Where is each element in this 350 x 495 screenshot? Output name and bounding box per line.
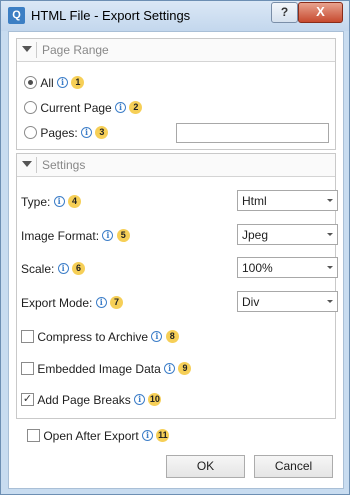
export-mode-label: Export Mode:	[21, 295, 93, 310]
info-icon[interactable]: i	[164, 363, 176, 375]
image-format-field-label: Image Format: i 5	[21, 226, 130, 244]
callout-badge: 2	[129, 101, 143, 115]
range-pages-label[interactable]: Pages:	[40, 126, 77, 140]
compress-archive-label[interactable]: Compress to Archive	[37, 330, 148, 344]
page-range-group: Page Range All i 1 Current Page i 2 Page…	[16, 38, 336, 150]
radio-current-page[interactable]	[24, 101, 37, 115]
radio-all[interactable]	[24, 76, 37, 90]
window-title: HTML File - Export Settings	[31, 8, 191, 23]
image-format-label: Image Format:	[21, 228, 100, 243]
export-mode-select[interactable]: Div	[237, 291, 338, 312]
info-icon[interactable]: i	[142, 430, 154, 442]
compress-archive-checkbox[interactable]	[21, 330, 34, 344]
scale-label: Scale:	[21, 261, 55, 276]
info-icon[interactable]: i	[57, 77, 69, 89]
open-after-export-label[interactable]: Open After Export	[43, 429, 138, 443]
title-bar: Q HTML File - Export Settings ? X	[1, 1, 349, 31]
header-divider	[36, 157, 37, 173]
help-button[interactable]: ?	[271, 2, 298, 23]
embedded-image-checkbox[interactable]	[21, 362, 34, 376]
page-range-header[interactable]: Page Range	[17, 39, 335, 62]
range-all-option[interactable]: All i 1	[24, 73, 85, 91]
callout-badge: 5	[116, 229, 130, 243]
page-breaks-checkbox[interactable]: ✓	[21, 393, 34, 407]
ok-button[interactable]: OK	[166, 455, 245, 478]
page-breaks-label[interactable]: Add Page Breaks	[37, 393, 130, 407]
type-select[interactable]: Html	[237, 190, 338, 211]
range-current-label[interactable]: Current Page	[40, 101, 111, 115]
callout-badge: 10	[148, 393, 162, 407]
type-value: Html	[242, 194, 267, 208]
type-label: Type:	[21, 194, 51, 209]
open-after-export-option[interactable]: Open After Export i 11	[27, 426, 170, 444]
open-after-export-checkbox[interactable]	[27, 429, 40, 443]
image-format-value: Jpeg	[242, 228, 269, 242]
info-icon[interactable]: i	[151, 331, 163, 343]
image-format-select[interactable]: Jpeg	[237, 224, 338, 245]
callout-badge: 9	[178, 362, 192, 376]
close-button[interactable]: X	[298, 2, 343, 23]
callout-badge: 4	[68, 195, 82, 209]
collapse-triangle-icon[interactable]	[22, 46, 32, 52]
export-mode-field-label: Export Mode: i 7	[21, 293, 124, 311]
collapse-triangle-icon[interactable]	[22, 161, 32, 167]
chevron-down-icon[interactable]	[327, 266, 333, 269]
info-icon[interactable]: i	[134, 394, 146, 406]
export-mode-value: Div	[242, 295, 260, 309]
info-icon[interactable]: i	[102, 230, 114, 242]
range-current-option[interactable]: Current Page i 2	[24, 98, 143, 116]
scale-value: 100%	[242, 261, 273, 275]
callout-badge: 6	[72, 262, 86, 276]
chevron-down-icon[interactable]	[327, 199, 333, 202]
callout-badge: 11	[156, 429, 170, 443]
info-icon[interactable]: i	[57, 263, 69, 275]
scale-select[interactable]: 100%	[237, 257, 338, 278]
settings-title: Settings	[42, 158, 86, 172]
info-icon[interactable]: i	[81, 127, 93, 139]
callout-badge: 7	[110, 296, 124, 310]
settings-header[interactable]: Settings	[17, 154, 335, 177]
radio-pages[interactable]	[24, 126, 37, 140]
pages-input[interactable]	[176, 123, 329, 143]
range-all-label[interactable]: All	[40, 76, 53, 90]
compress-archive-option[interactable]: Compress to Archive i 8	[21, 327, 179, 345]
embedded-image-option[interactable]: Embedded Image Data i 9	[21, 359, 192, 377]
callout-badge: 3	[95, 126, 109, 140]
callout-badge: 8	[165, 330, 179, 344]
callout-badge: 1	[71, 76, 85, 90]
info-icon[interactable]: i	[95, 297, 107, 309]
app-icon: Q	[8, 7, 25, 24]
dialog-content: Page Range All i 1 Current Page i 2 Page…	[8, 31, 344, 489]
cancel-button[interactable]: Cancel	[254, 455, 333, 478]
chevron-down-icon[interactable]	[327, 233, 333, 236]
export-settings-dialog: Q HTML File - Export Settings ? X Page R…	[0, 0, 350, 495]
info-icon[interactable]: i	[53, 196, 65, 208]
header-divider	[36, 42, 37, 58]
scale-field-label: Scale: i 6	[21, 259, 86, 277]
chevron-down-icon[interactable]	[327, 300, 333, 303]
page-breaks-option[interactable]: ✓ Add Page Breaks i 10	[21, 390, 162, 408]
embedded-image-label[interactable]: Embedded Image Data	[37, 362, 160, 376]
settings-group: Settings Type: i 4 Html Image Format: i …	[16, 153, 338, 419]
type-field-label: Type: i 4	[21, 192, 82, 210]
range-pages-option[interactable]: Pages: i 3	[24, 123, 109, 141]
page-range-title: Page Range	[42, 43, 109, 57]
info-icon[interactable]: i	[115, 102, 127, 114]
